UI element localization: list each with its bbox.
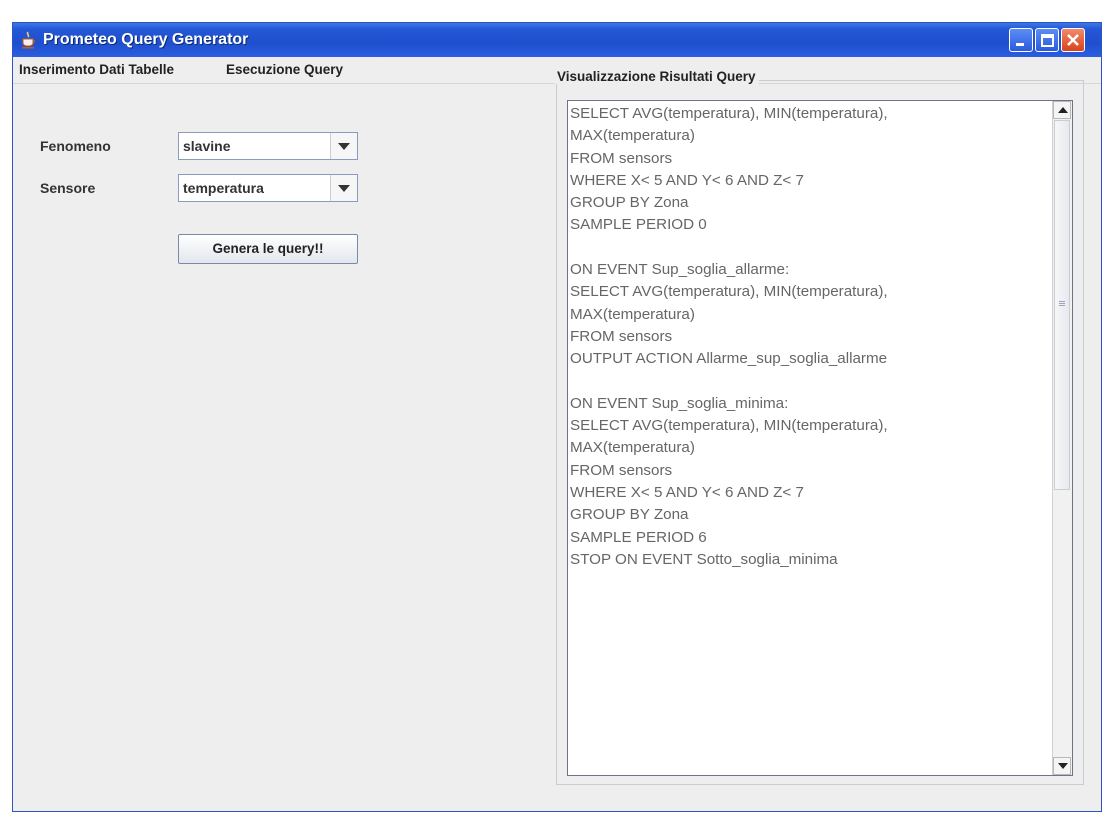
grip-icon <box>1059 301 1065 306</box>
chevron-down-icon <box>338 143 350 150</box>
scroll-down-button[interactable] <box>1053 757 1071 775</box>
chevron-up-icon <box>1058 107 1068 113</box>
query-results-text: SELECT AVG(temperatura), MIN(temperatura… <box>570 105 888 568</box>
results-group-title: Visualizzazione Risultati Query <box>555 69 759 84</box>
sensore-select[interactable]: temperatura <box>178 174 358 202</box>
java-cup-icon <box>21 31 37 49</box>
close-button[interactable] <box>1061 28 1085 52</box>
close-icon <box>1067 34 1079 46</box>
fenomeno-dropdown-button[interactable] <box>330 133 357 159</box>
maximize-button[interactable] <box>1035 28 1059 52</box>
fenomeno-select[interactable]: slavine <box>178 132 358 160</box>
chevron-down-icon <box>338 185 350 192</box>
fenomeno-value: slavine <box>183 138 231 154</box>
query-results-textarea[interactable]: SELECT AVG(temperatura), MIN(temperatura… <box>567 100 1073 776</box>
sensore-label: Sensore <box>40 180 96 196</box>
minimize-icon <box>1016 43 1024 46</box>
vertical-scrollbar[interactable] <box>1052 101 1072 775</box>
scroll-up-button[interactable] <box>1053 101 1071 119</box>
sensore-dropdown-button[interactable] <box>330 175 357 201</box>
sensore-value: temperatura <box>183 180 264 196</box>
chevron-down-icon <box>1058 763 1068 769</box>
scrollbar-thumb[interactable] <box>1054 120 1070 490</box>
fenomeno-label: Fenomeno <box>40 138 111 154</box>
minimize-button[interactable] <box>1009 28 1033 52</box>
menu-esecuzione-query[interactable]: Esecuzione Query <box>226 62 343 77</box>
maximize-icon <box>1041 34 1054 47</box>
menu-inserimento-dati-tabelle[interactable]: Inserimento Dati Tabelle <box>19 62 174 77</box>
generate-queries-button[interactable]: Genera le query!! <box>178 234 358 264</box>
title-bar[interactable]: Prometeo Query Generator <box>13 23 1101 57</box>
window-title: Prometeo Query Generator <box>43 31 249 48</box>
